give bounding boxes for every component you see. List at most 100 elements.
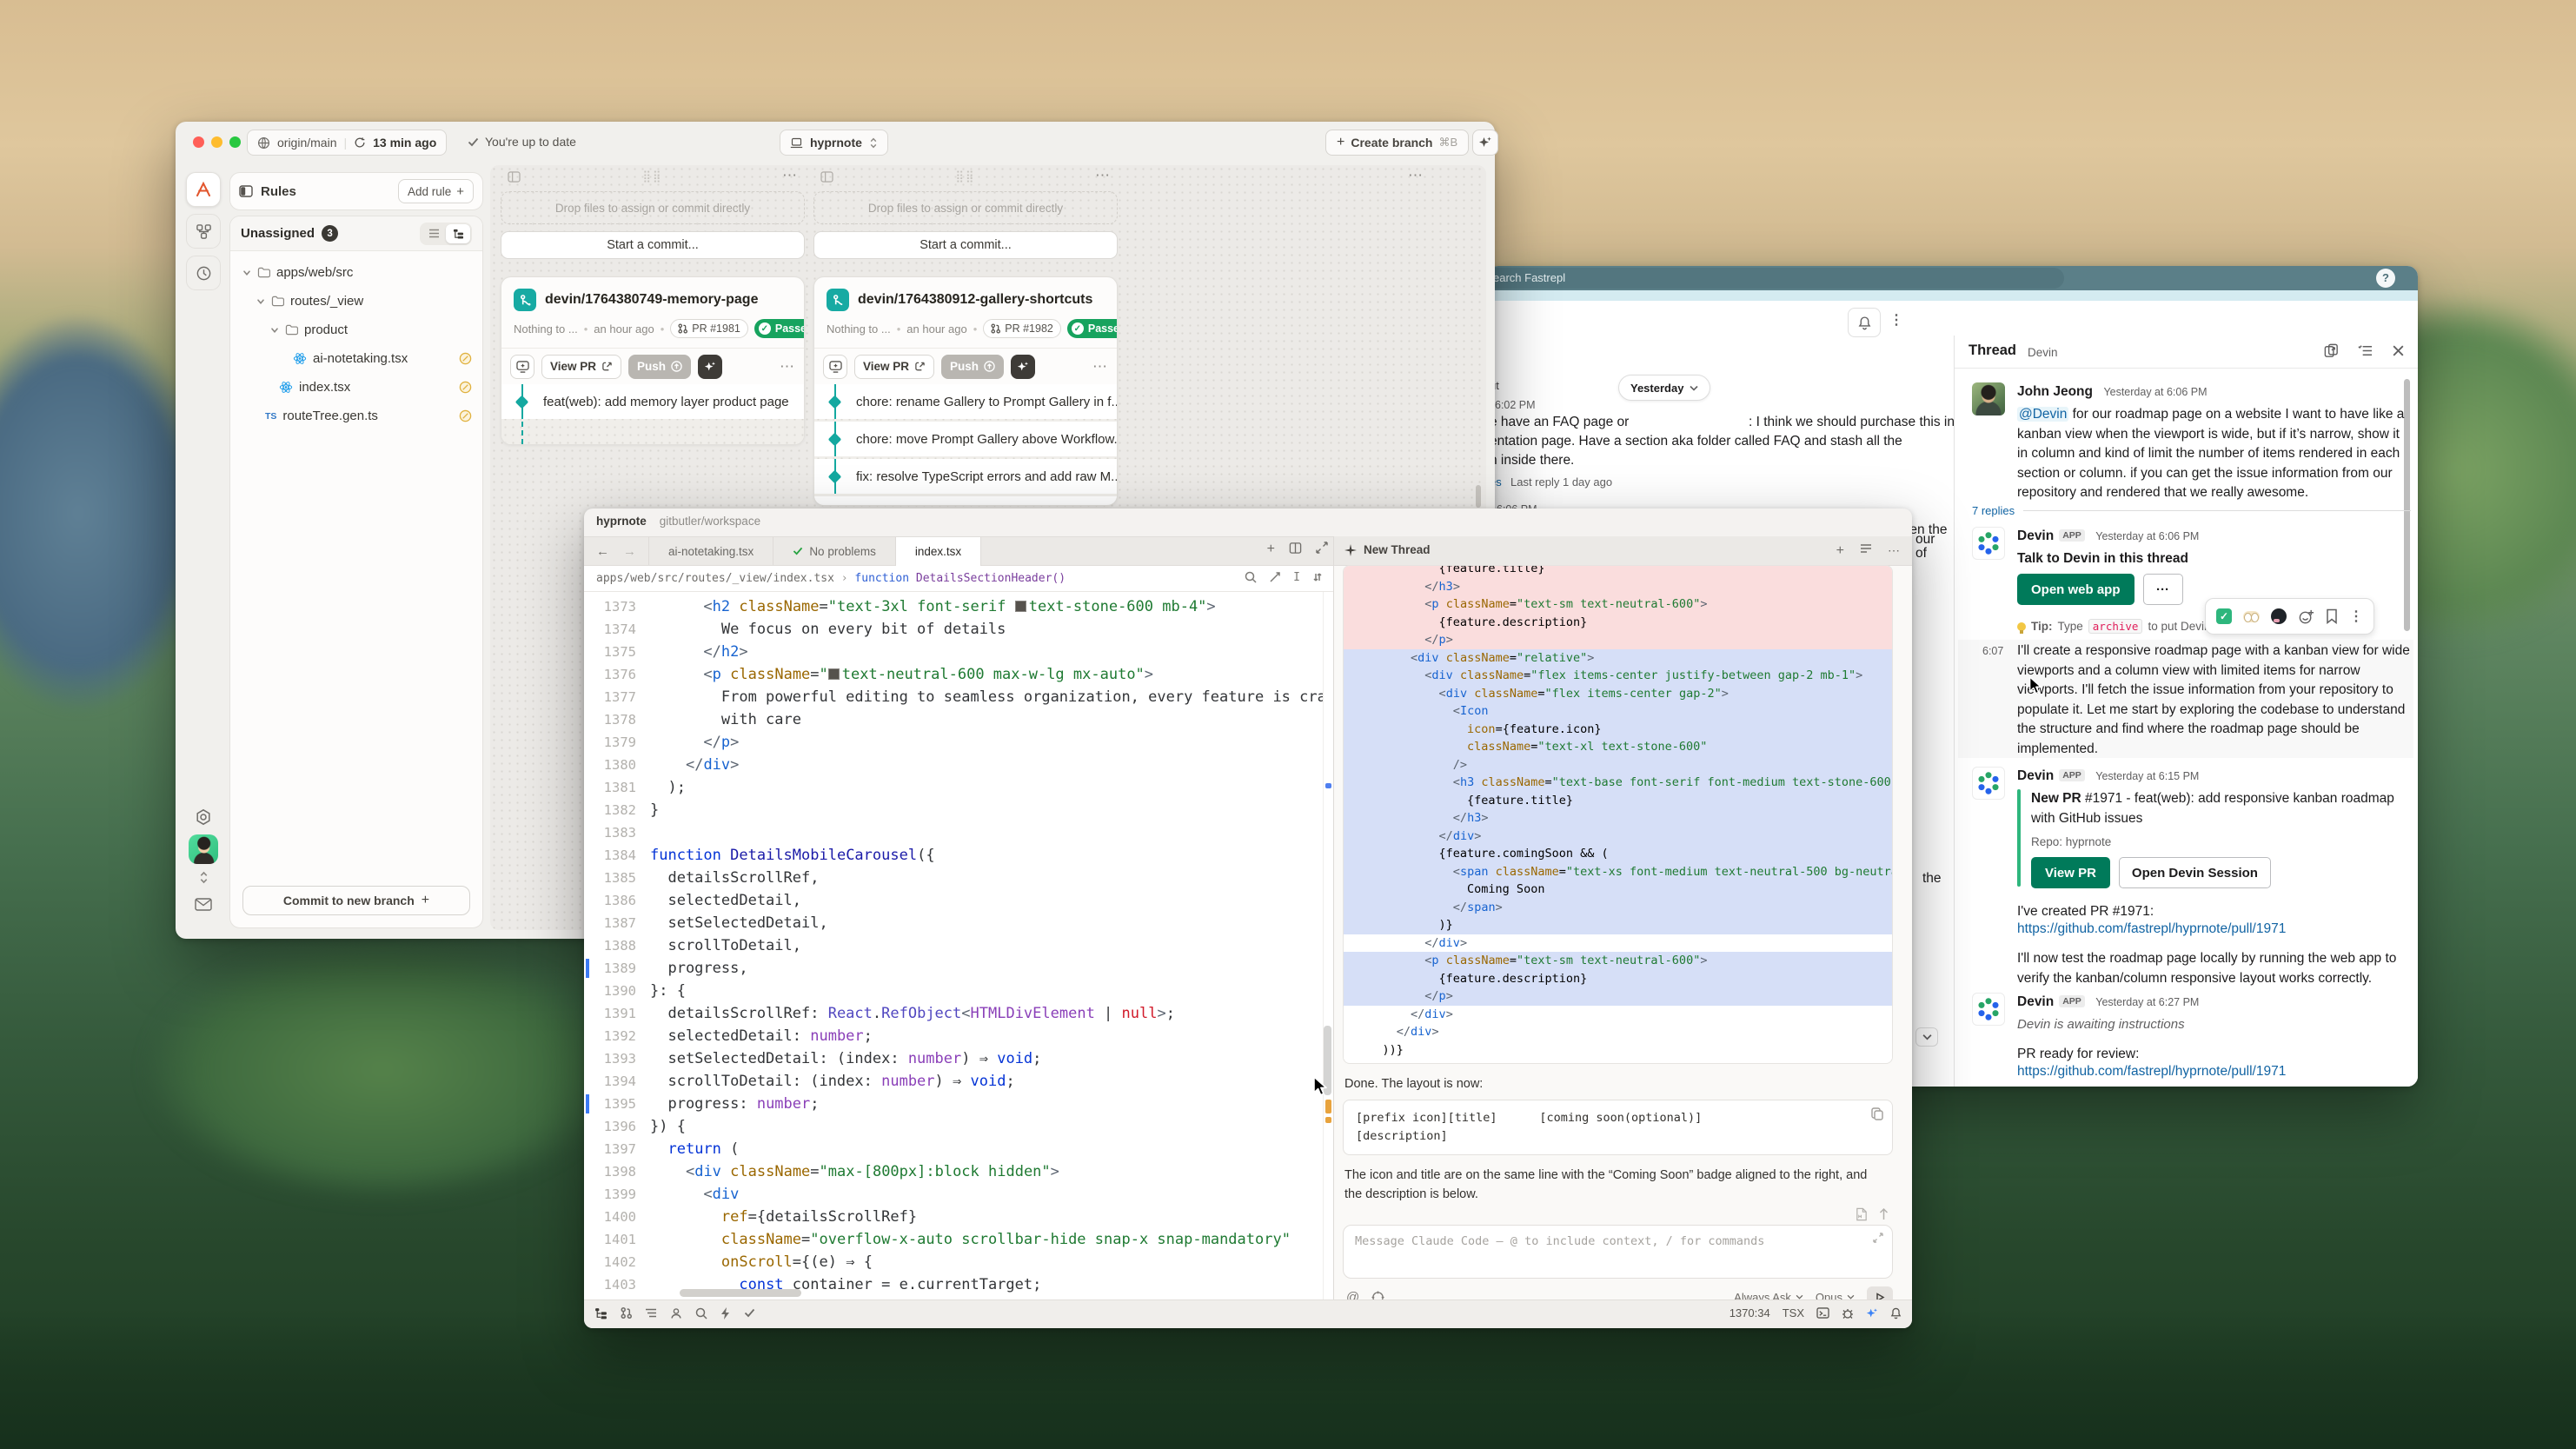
code-editor[interactable]: 1373 <h2 className="text-3xl font-serif … xyxy=(584,592,1333,1299)
add-reaction-icon[interactable] xyxy=(2298,608,2314,625)
push-button[interactable]: Push xyxy=(628,355,691,379)
commit-row[interactable]: fix: resolve TypeScript errors and add r… xyxy=(814,459,1117,494)
code-line[interactable]: 1391 detailsScrollRef: React.RefObject<H… xyxy=(584,1002,1323,1025)
tree-file-row[interactable]: ai-notetaking.tsx xyxy=(230,344,482,373)
author-name[interactable]: Devin xyxy=(2017,994,2054,1009)
tree-folder-row[interactable]: apps/web/src xyxy=(230,258,482,287)
create-branch-button[interactable]: + Create branch ⌘B xyxy=(1325,130,1469,156)
replies-divider[interactable]: 7 replies xyxy=(1972,504,2411,517)
review-button[interactable] xyxy=(823,355,847,379)
lane-drag-handle[interactable]: ⣿⣿ xyxy=(642,169,662,183)
lane-dropzone[interactable]: Drop files to assign or commit directly xyxy=(501,191,805,224)
code-line[interactable]: 1383 xyxy=(584,821,1323,844)
code-line[interactable]: 1385 detailsScrollRef, xyxy=(584,867,1323,889)
branch-name[interactable]: devin/1764380912-gallery-shortcuts xyxy=(858,292,1092,308)
tab-ai-notetaking[interactable]: ai-notetaking.tsx xyxy=(648,537,773,565)
code-line[interactable]: 1374 We focus on every bit of details xyxy=(584,618,1323,641)
outline-icon[interactable] xyxy=(645,1308,657,1319)
close-window-button[interactable] xyxy=(193,136,204,148)
permission-mode-picker[interactable]: Always Ask xyxy=(1734,1291,1803,1300)
assistant-sparkle-icon[interactable] xyxy=(1866,1307,1878,1319)
chevron-down-icon[interactable] xyxy=(242,269,251,277)
devin-avatar[interactable] xyxy=(1972,993,2005,1026)
lane-menu-icon[interactable]: ⋯ xyxy=(1095,167,1111,184)
branches-tab[interactable] xyxy=(186,214,221,249)
notifications-bell-button[interactable] xyxy=(1848,308,1881,337)
thread-options-icon[interactable] xyxy=(2357,343,2374,358)
view-pr-button[interactable]: View PR xyxy=(541,355,621,379)
author-name[interactable]: Devin xyxy=(2017,528,2054,543)
code-line[interactable]: 1388 scrollToDetail, xyxy=(584,934,1323,957)
lane-menu-icon[interactable]: ⋯ xyxy=(782,167,798,184)
lane-drag-handle[interactable]: ⣿⣿ xyxy=(955,169,975,183)
ai-actions-button[interactable] xyxy=(1472,130,1498,156)
nav-forward-button[interactable]: → xyxy=(623,544,636,559)
message-input[interactable]: Message Claude Code — @ to include conte… xyxy=(1343,1225,1893,1279)
ci-status-badge[interactable]: ✓Passed xyxy=(754,319,805,338)
expand-input-icon[interactable] xyxy=(1873,1233,1883,1243)
check-reaction-button[interactable]: ✓ xyxy=(2216,608,2232,624)
pr-pill[interactable]: PR #1982 xyxy=(983,319,1061,338)
settings-button[interactable] xyxy=(186,801,221,833)
more-options-icon[interactable]: ⋮ xyxy=(1889,311,1903,329)
bell-icon[interactable] xyxy=(1890,1307,1902,1319)
devin-avatar[interactable] xyxy=(1972,767,2005,800)
cursor-mode-icon[interactable]: I xyxy=(1293,571,1300,584)
tab-index-tsx[interactable]: index.tsx xyxy=(895,537,981,566)
author-name[interactable]: John Jeong xyxy=(2017,384,2093,399)
pr-link[interactable]: https://github.com/fastrepl/hyprnote/pul… xyxy=(2017,1064,2286,1080)
code-line[interactable]: 1402 onScroll={(e) ⇒ { xyxy=(584,1251,1323,1273)
selection-icon[interactable] xyxy=(1269,571,1281,583)
code-line[interactable]: 1392 selectedDetail: number; xyxy=(584,1025,1323,1047)
split-pane-icon[interactable] xyxy=(1289,542,1302,555)
branch-name[interactable]: devin/1764380749-memory-page xyxy=(545,292,758,308)
close-icon[interactable] xyxy=(2391,343,2406,358)
project-panel-icon[interactable] xyxy=(594,1307,607,1319)
open-web-app-button[interactable]: Open web app xyxy=(2017,574,2134,605)
commit-row[interactable]: chore: rename Gallery to Prompt Gallery … xyxy=(814,384,1117,419)
tab-diagnostics[interactable]: No problems xyxy=(773,537,895,565)
send-button[interactable] xyxy=(1867,1286,1893,1299)
code-line[interactable]: 1390}: { xyxy=(584,980,1323,1002)
code-line[interactable]: 1377 From powerful editing to seamless o… xyxy=(584,686,1323,708)
view-pr-button[interactable]: View PR xyxy=(2031,857,2110,888)
tree-file-row[interactable]: index.tsx xyxy=(230,373,482,402)
code-line[interactable]: 1396}) { xyxy=(584,1115,1323,1138)
nav-back-button[interactable]: ← xyxy=(596,544,609,559)
lane-menu-icon[interactable]: ⋯ xyxy=(1408,167,1424,184)
chevron-down-icon[interactable] xyxy=(256,297,265,306)
open-devin-session-button[interactable]: Open Devin Session xyxy=(2119,857,2271,888)
git-branch-icon[interactable] xyxy=(621,1306,632,1319)
pr-link[interactable]: https://github.com/fastrepl/hyprnote/pul… xyxy=(2017,921,2286,937)
add-rule-button[interactable]: Add rule+ xyxy=(398,179,474,203)
zoom-window-button[interactable] xyxy=(229,136,241,148)
author-name[interactable]: Devin xyxy=(2017,768,2054,783)
tree-file-row[interactable]: TSrouteTree.gen.ts xyxy=(230,402,482,430)
code-line[interactable]: 1400 ref={detailsScrollRef} xyxy=(584,1206,1323,1228)
tree-view-button[interactable] xyxy=(446,224,470,243)
avatar[interactable] xyxy=(1972,382,2005,415)
commit-to-new-branch-button[interactable]: Commit to new branch + xyxy=(242,886,470,915)
tree-folder-row[interactable]: routes/_view xyxy=(230,287,482,316)
code-line[interactable]: 1401 className="overflow-x-auto scrollba… xyxy=(584,1228,1323,1251)
review-button[interactable] xyxy=(510,355,534,379)
window-controls[interactable] xyxy=(193,136,241,148)
push-button[interactable]: Push xyxy=(941,355,1004,379)
eyes-reaction-button[interactable] xyxy=(2243,611,2260,622)
view-pr-button[interactable]: View PR xyxy=(854,355,934,379)
canvas-scrollbar[interactable] xyxy=(1476,485,1481,508)
branch-menu-icon[interactable]: ⋯ xyxy=(1092,358,1108,376)
devin-avatar[interactable] xyxy=(1972,527,2005,560)
code-line[interactable]: 1389 progress, xyxy=(584,957,1323,980)
project-switcher[interactable]: hyprnote xyxy=(780,130,888,156)
code-line[interactable]: 1395 progress: number; xyxy=(584,1093,1323,1115)
cursor-position[interactable]: 1370:34 xyxy=(1730,1306,1770,1319)
help-button[interactable]: ? xyxy=(2376,269,2395,288)
commit-row[interactable]: chore: move Prompt Gallery above Workflo… xyxy=(814,422,1117,456)
pr-pill[interactable]: PR #1981 xyxy=(670,319,748,338)
code-line[interactable]: 1381 ); xyxy=(584,776,1323,799)
list-view-button[interactable] xyxy=(422,224,446,243)
markdown-file-icon[interactable] xyxy=(1856,1207,1868,1221)
code-line[interactable]: 1393 setSelectedDetail: (index: number) … xyxy=(584,1047,1323,1070)
lane-dropzone[interactable]: Drop files to assign or commit directly xyxy=(813,191,1118,224)
